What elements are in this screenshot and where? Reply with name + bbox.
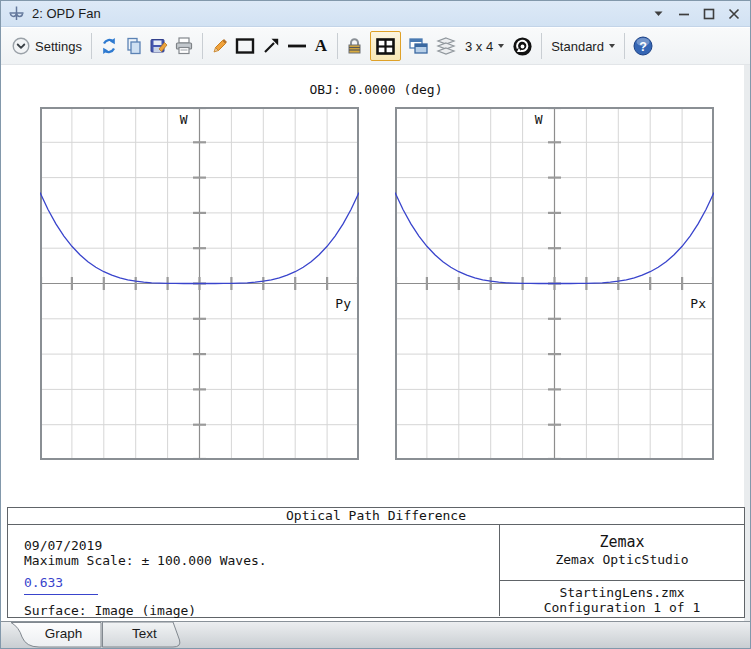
wavelength-legend-line xyxy=(24,594,98,595)
help-button[interactable]: ? xyxy=(630,31,656,61)
lock-icon xyxy=(346,37,363,55)
grid-size-dropdown[interactable]: 3 x 4 xyxy=(460,31,509,61)
svg-text:Py: Py xyxy=(335,296,351,311)
split-view-icon xyxy=(376,38,395,55)
toolbar: Settings xyxy=(1,28,750,65)
update-button[interactable] xyxy=(97,31,122,61)
app-icon xyxy=(8,5,25,22)
copy-icon xyxy=(125,37,143,55)
scale-text: Maximum Scale: ± 100.000 Waves. xyxy=(24,553,499,568)
maximize-button[interactable] xyxy=(696,1,721,26)
window-menu-button[interactable] xyxy=(646,1,671,26)
draw-text-button[interactable]: A xyxy=(310,31,332,61)
mode-label: Standard xyxy=(551,39,604,54)
svg-text:W: W xyxy=(180,112,188,127)
cascade-windows-button[interactable] xyxy=(404,31,432,61)
draw-rectangle-button[interactable] xyxy=(232,31,258,61)
tab-graph[interactable]: Graph xyxy=(9,622,102,648)
svg-text:?: ? xyxy=(639,40,647,54)
info-left-cell: 09/07/2019 Maximum Scale: ± 100.000 Wave… xyxy=(8,525,499,616)
product-name: Zemax OpticStudio xyxy=(500,551,744,568)
split-view-button[interactable] xyxy=(370,31,401,61)
copy-button[interactable] xyxy=(122,31,147,61)
cascade-windows-icon xyxy=(408,37,428,55)
separator xyxy=(541,33,542,59)
auto-apply-icon xyxy=(512,36,533,57)
caret-down-icon xyxy=(609,44,615,48)
info-box: Optical Path Difference 09/07/2019 Maxim… xyxy=(7,507,745,618)
wavelength-legend: 0.633 xyxy=(24,576,499,595)
surface-text: Surface: Image (image) xyxy=(24,603,499,618)
date-text: 09/07/2019 xyxy=(24,538,499,553)
file-name: StartingLens.zmx xyxy=(500,585,744,600)
file-cell: StartingLens.zmx Configuration 1 of 1 xyxy=(500,581,744,616)
print-button[interactable] xyxy=(172,31,197,61)
company-cell: Zemax Zemax OpticStudio xyxy=(500,525,744,581)
layers-icon xyxy=(436,37,456,55)
settings-label: Settings xyxy=(35,39,82,54)
draw-line-button[interactable] xyxy=(284,31,310,61)
layers-button[interactable] xyxy=(432,31,460,61)
svg-text:Px: Px xyxy=(690,296,706,311)
opd-fan-window: 2: OPD Fan Settings xyxy=(0,0,751,649)
window-title: 2: OPD Fan xyxy=(32,6,101,21)
graph-client-area: OBJ: 0.0000 (deg) W Py W Px Optical Path D… xyxy=(2,65,750,622)
separator xyxy=(337,33,338,59)
info-right-cell: Zemax Zemax OpticStudio StartingLens.zmx… xyxy=(499,525,744,616)
tab-bar: Graph Text xyxy=(1,621,750,648)
configuration-name: Configuration 1 of 1 xyxy=(500,600,744,615)
print-icon xyxy=(175,37,193,55)
line-icon xyxy=(287,37,307,55)
refresh-icon xyxy=(100,37,118,55)
save-icon xyxy=(150,37,168,55)
wavelength-value: 0.633 xyxy=(24,576,499,590)
separator xyxy=(202,33,203,59)
rectangle-icon xyxy=(235,37,255,55)
draw-pencil-button[interactable] xyxy=(208,31,232,61)
save-button[interactable] xyxy=(147,31,172,61)
settings-chevron-icon xyxy=(12,37,30,55)
svg-text:W: W xyxy=(535,112,543,127)
arrow-icon xyxy=(262,37,280,55)
caret-down-icon xyxy=(498,44,504,48)
close-button[interactable] xyxy=(721,1,746,26)
tab-text[interactable]: Text xyxy=(102,622,187,648)
text-icon: A xyxy=(315,36,327,56)
info-title: Optical Path Difference xyxy=(8,508,744,525)
title-bar: 2: OPD Fan xyxy=(1,1,750,27)
auto-apply-button[interactable] xyxy=(509,31,536,61)
opd-plot-px[interactable]: W Px xyxy=(395,107,714,460)
settings-button[interactable]: Settings xyxy=(8,31,86,61)
lock-button[interactable] xyxy=(343,31,367,61)
separator xyxy=(91,33,92,59)
draw-arrow-button[interactable] xyxy=(258,31,284,61)
minimize-button[interactable] xyxy=(671,1,696,26)
grid-size-label: 3 x 4 xyxy=(465,39,493,54)
company-name: Zemax xyxy=(500,533,744,551)
opd-plot-py[interactable]: W Py xyxy=(40,107,359,460)
pencil-icon xyxy=(211,37,229,55)
caption-buttons xyxy=(646,1,746,26)
separator xyxy=(624,33,625,59)
mode-dropdown[interactable]: Standard xyxy=(547,31,619,61)
field-header: OBJ: 0.0000 (deg) xyxy=(2,82,750,97)
help-icon: ? xyxy=(633,36,653,56)
